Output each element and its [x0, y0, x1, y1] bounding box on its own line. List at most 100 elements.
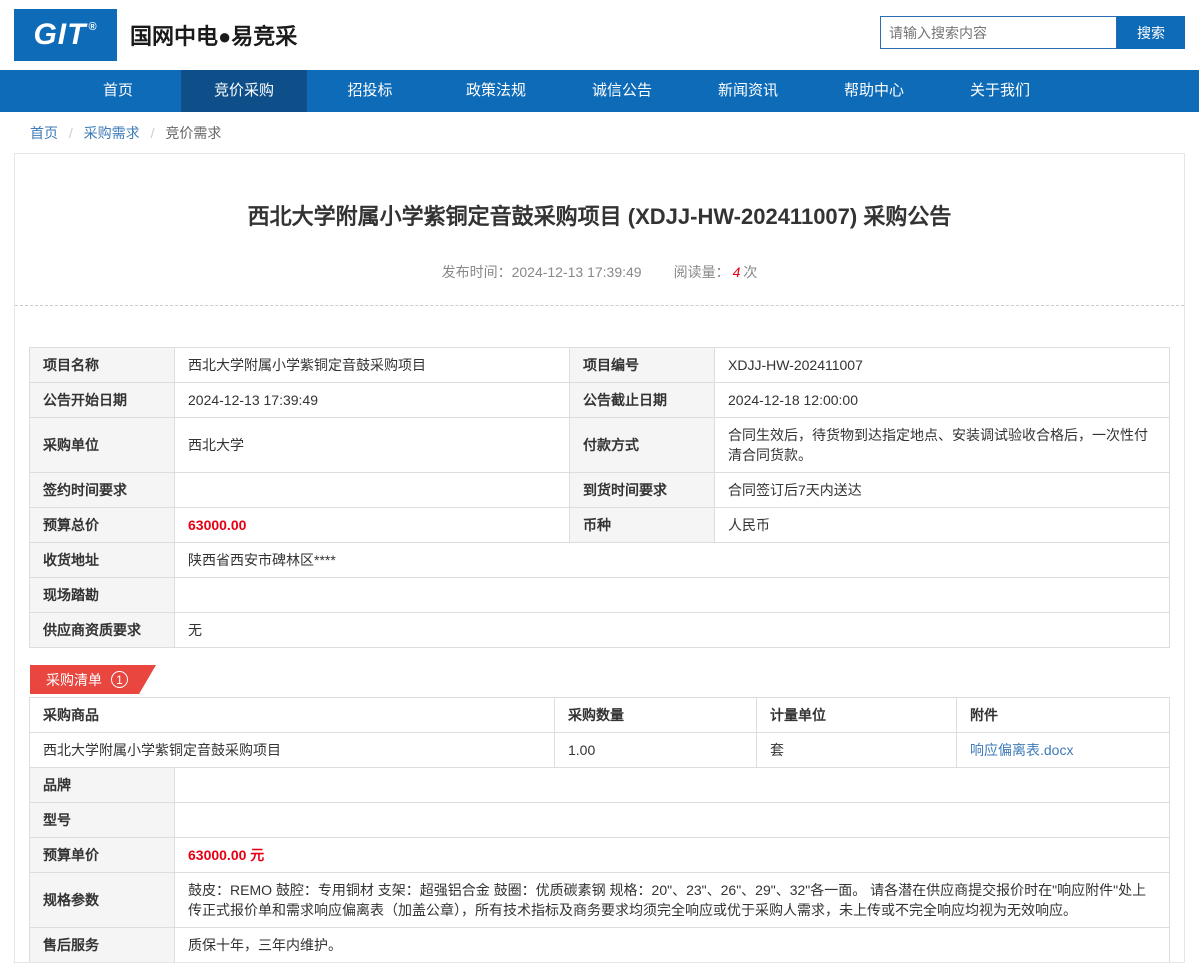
- info-value: 合同生效后，待货物到达指定地点、安装调试验收合格后，一次性付清合同货款。: [715, 418, 1170, 473]
- column-header-unit: 计量单位: [757, 698, 957, 733]
- search-bar: 搜索: [880, 16, 1185, 49]
- table-row: 品牌: [30, 768, 1170, 803]
- detail-label: 预算单价: [30, 838, 175, 873]
- purchase-list-table: 采购商品 采购数量 计量单位 附件 西北大学附属小学紫铜定音鼓采购项目 1.00…: [29, 697, 1170, 963]
- nav-item-home[interactable]: 首页: [55, 70, 181, 112]
- nav-item-bidding-purchase[interactable]: 竞价采购: [181, 70, 307, 112]
- table-row: 签约时间要求 到货时间要求 合同签订后7天内送达: [30, 473, 1170, 508]
- info-value: [175, 578, 1170, 613]
- site-header: GIT® 国网中电●易竞采 搜索: [0, 0, 1199, 70]
- info-label: 币种: [570, 508, 715, 543]
- detail-label: 售后服务: [30, 928, 175, 963]
- breadcrumb-separator: /: [69, 125, 73, 141]
- breadcrumb-purchase-demand[interactable]: 采购需求: [84, 125, 140, 141]
- table-row: 西北大学附属小学紫铜定音鼓采购项目 1.00 套 响应偏离表.docx: [30, 733, 1170, 768]
- table-row: 预算总价 63000.00 币种 人民币: [30, 508, 1170, 543]
- search-input[interactable]: [880, 16, 1117, 49]
- column-header-attachment: 附件: [957, 698, 1170, 733]
- views-count: 4: [733, 264, 741, 280]
- item-product: 西北大学附属小学紫铜定音鼓采购项目: [30, 733, 555, 768]
- detail-value: [175, 803, 1170, 838]
- table-header-row: 采购商品 采购数量 计量单位 附件: [30, 698, 1170, 733]
- info-value: 2024-12-13 17:39:49: [175, 383, 570, 418]
- info-value: XDJJ-HW-202411007: [715, 348, 1170, 383]
- main-nav: 首页 竞价采购 招投标 政策法规 诚信公告 新闻资讯 帮助中心 关于我们: [0, 70, 1199, 112]
- table-row: 收货地址 陕西省西安市碑林区****: [30, 543, 1170, 578]
- project-info-table: 项目名称 西北大学附属小学紫铜定音鼓采购项目 项目编号 XDJJ-HW-2024…: [29, 347, 1170, 648]
- registered-mark-icon: ®: [88, 21, 97, 33]
- breadcrumb-current: 竞价需求: [165, 125, 221, 141]
- info-label: 收货地址: [30, 543, 175, 578]
- column-header-quantity: 采购数量: [555, 698, 757, 733]
- info-value: 人民币: [715, 508, 1170, 543]
- attachment-link[interactable]: 响应偏离表.docx: [970, 742, 1073, 758]
- detail-value: [175, 768, 1170, 803]
- info-label: 采购单位: [30, 418, 175, 473]
- info-label: 付款方式: [570, 418, 715, 473]
- info-label: 供应商资质要求: [30, 613, 175, 648]
- column-header-product: 采购商品: [30, 698, 555, 733]
- detail-label: 品牌: [30, 768, 175, 803]
- info-label: 预算总价: [30, 508, 175, 543]
- info-value: 合同签订后7天内送达: [715, 473, 1170, 508]
- budget-total-value: 63000.00: [175, 508, 570, 543]
- breadcrumb-home[interactable]: 首页: [30, 125, 58, 141]
- announcement-meta: 发布时间：2024-12-13 17:39:49 阅读量：4次: [15, 262, 1184, 282]
- info-value: [175, 473, 570, 508]
- info-value: 2024-12-18 12:00:00: [715, 383, 1170, 418]
- table-row: 售后服务 质保十年，三年内维护。: [30, 928, 1170, 963]
- purchase-list-badge: 采购清单 1: [30, 665, 156, 694]
- site-logo[interactable]: GIT®: [14, 9, 117, 61]
- info-value: 无: [175, 613, 1170, 648]
- site-title: 国网中电●易竞采: [130, 19, 297, 51]
- info-value: 西北大学: [175, 418, 570, 473]
- budget-total-price: 63000.00: [188, 517, 246, 533]
- table-row: 规格参数 鼓皮：REMO 鼓腔：专用铜材 支架：超强铝合金 鼓圈：优质碳素钢 规…: [30, 873, 1170, 928]
- breadcrumb-separator: /: [151, 125, 155, 141]
- dashed-divider: [15, 305, 1184, 306]
- nav-item-tendering[interactable]: 招投标: [307, 70, 433, 112]
- info-label: 到货时间要求: [570, 473, 715, 508]
- item-attachment-cell: 响应偏离表.docx: [957, 733, 1170, 768]
- info-label: 公告截止日期: [570, 383, 715, 418]
- table-row: 供应商资质要求 无: [30, 613, 1170, 648]
- search-button[interactable]: 搜索: [1117, 16, 1185, 49]
- purchase-list-header: 采购清单 1: [30, 665, 1169, 694]
- breadcrumb: 首页 / 采购需求 / 竞价需求: [0, 112, 1199, 153]
- announcement-card: 西北大学附属小学紫铜定音鼓采购项目 (XDJJ-HW-202411007) 采购…: [14, 153, 1185, 963]
- views-label: 阅读量：: [674, 264, 730, 280]
- views-unit: 次: [743, 264, 757, 280]
- info-label: 公告开始日期: [30, 383, 175, 418]
- table-row: 预算单价 63000.00 元: [30, 838, 1170, 873]
- purchase-list-count-badge: 1: [111, 671, 128, 688]
- detail-value: 鼓皮：REMO 鼓腔：专用铜材 支架：超强铝合金 鼓圈：优质碳素钢 规格：20"…: [175, 873, 1170, 928]
- info-value: 陕西省西安市碑林区****: [175, 543, 1170, 578]
- table-row: 型号: [30, 803, 1170, 838]
- detail-label: 规格参数: [30, 873, 175, 928]
- table-row: 采购单位 西北大学 付款方式 合同生效后，待货物到达指定地点、安装调试验收合格后…: [30, 418, 1170, 473]
- table-row: 现场踏勘: [30, 578, 1170, 613]
- nav-item-help-center[interactable]: 帮助中心: [811, 70, 937, 112]
- item-quantity: 1.00: [555, 733, 757, 768]
- detail-label: 型号: [30, 803, 175, 838]
- unit-price-cell: 63000.00 元: [175, 838, 1170, 873]
- nav-item-news[interactable]: 新闻资讯: [685, 70, 811, 112]
- nav-item-policies[interactable]: 政策法规: [433, 70, 559, 112]
- purchase-list-badge-label: 采购清单: [46, 670, 102, 690]
- info-label: 签约时间要求: [30, 473, 175, 508]
- unit-price-value: 63000.00 元: [188, 847, 264, 863]
- nav-item-integrity-notice[interactable]: 诚信公告: [559, 70, 685, 112]
- detail-value: 质保十年，三年内维护。: [175, 928, 1170, 963]
- info-label: 项目编号: [570, 348, 715, 383]
- nav-item-about-us[interactable]: 关于我们: [937, 70, 1063, 112]
- info-label: 现场踏勘: [30, 578, 175, 613]
- page-title: 西北大学附属小学紫铜定音鼓采购项目 (XDJJ-HW-202411007) 采购…: [15, 154, 1184, 231]
- info-value: 西北大学附属小学紫铜定音鼓采购项目: [175, 348, 570, 383]
- publish-time-value: 2024-12-13 17:39:49: [512, 264, 642, 280]
- info-label: 项目名称: [30, 348, 175, 383]
- item-unit: 套: [757, 733, 957, 768]
- table-row: 项目名称 西北大学附属小学紫铜定音鼓采购项目 项目编号 XDJJ-HW-2024…: [30, 348, 1170, 383]
- table-row: 公告开始日期 2024-12-13 17:39:49 公告截止日期 2024-1…: [30, 383, 1170, 418]
- logo-text: GIT: [33, 18, 86, 52]
- publish-time-label: 发布时间：: [442, 264, 512, 280]
